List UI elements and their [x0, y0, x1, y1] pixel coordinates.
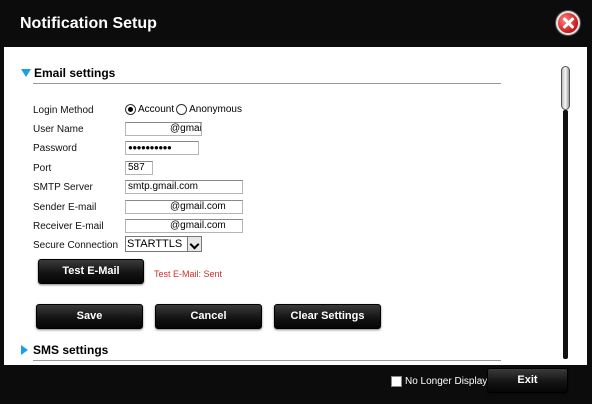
secure-connection-select[interactable]: STARTTLS: [125, 236, 202, 252]
sender-email-label: Sender E-mail: [33, 202, 97, 213]
triangle-right-icon: [21, 345, 28, 355]
account-radio-label: Account: [138, 104, 175, 115]
no-longer-display-label: No Longer Display: [405, 376, 488, 387]
sms-settings-heading: SMS settings: [33, 343, 109, 357]
user-name-field[interactable]: @gmai: [125, 122, 202, 136]
email-settings-heading: Email settings: [34, 66, 116, 80]
port-field[interactable]: 587: [125, 161, 153, 175]
sender-email-field[interactable]: @gmail.com: [125, 200, 243, 214]
no-longer-display-checkbox[interactable]: [391, 376, 402, 387]
settings-panel: Email settings Login Method Account Anon…: [4, 47, 587, 365]
secure-connection-value: STARTTLS: [127, 238, 183, 250]
login-method-label: Login Method: [33, 105, 94, 116]
receiver-email-label: Receiver E-mail: [33, 221, 104, 232]
sms-divider: [33, 360, 501, 361]
user-name-label: User Name: [33, 124, 84, 135]
clear-settings-button[interactable]: Clear Settings: [274, 304, 381, 329]
smtp-server-field[interactable]: smtp.gmail.com: [125, 180, 243, 194]
close-icon[interactable]: [556, 11, 580, 35]
smtp-server-label: SMTP Server: [33, 182, 93, 193]
scrollbar-thumb[interactable]: [561, 66, 570, 110]
receiver-email-field[interactable]: @gmail.com: [125, 219, 243, 233]
cancel-button[interactable]: Cancel: [155, 304, 262, 329]
chevron-down-icon[interactable]: [187, 237, 201, 251]
login-method-radios: Account Anonymous: [125, 104, 244, 115]
email-divider: [33, 83, 501, 84]
email-settings-header[interactable]: Email settings: [21, 66, 115, 80]
test-email-button[interactable]: Test E-Mail: [38, 259, 144, 284]
notification-setup-dialog: Notification Setup Email settings Login …: [0, 0, 592, 404]
anonymous-radio[interactable]: [176, 104, 188, 115]
password-field[interactable]: ●●●●●●●●●●: [125, 141, 199, 155]
secure-connection-label: Secure Connection: [33, 240, 119, 251]
scrollbar-rail[interactable]: [563, 110, 568, 359]
no-longer-display-option[interactable]: No Longer Display: [391, 376, 487, 387]
test-email-status: Test E-Mail: Sent: [154, 269, 223, 279]
anonymous-radio-label: Anonymous: [189, 104, 242, 115]
triangle-down-icon: [21, 69, 31, 77]
password-label: Password: [33, 143, 77, 154]
account-radio[interactable]: [125, 104, 136, 115]
exit-button[interactable]: Exit: [487, 368, 568, 393]
port-label: Port: [33, 163, 52, 174]
save-button[interactable]: Save: [36, 304, 143, 329]
dialog-title: Notification Setup: [20, 15, 157, 32]
sms-settings-header[interactable]: SMS settings: [21, 343, 108, 357]
